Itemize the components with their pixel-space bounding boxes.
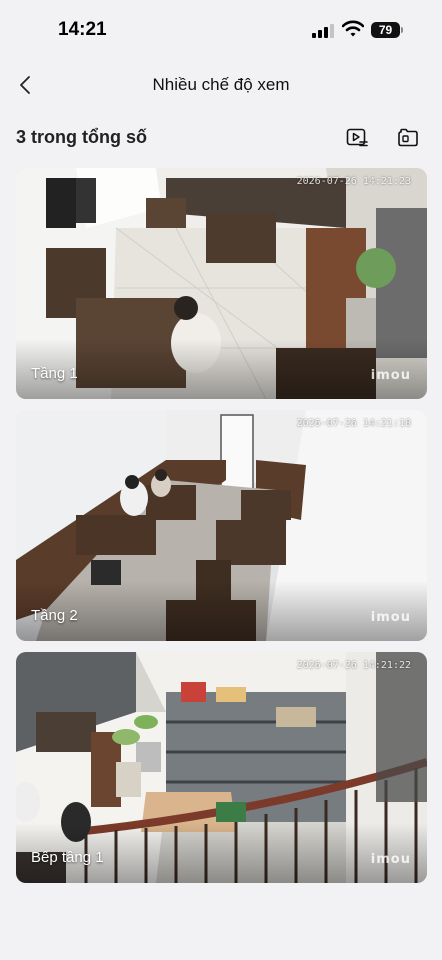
camera-count-label: 3 trong tổng số xyxy=(16,127,147,147)
wifi-icon xyxy=(342,20,364,37)
status-time: 14:21 xyxy=(58,19,107,40)
imou-logo: imou xyxy=(370,852,411,867)
camera-timestamp: 2026-07-26 14:21:22 xyxy=(296,660,411,671)
battery-tip xyxy=(401,27,403,33)
camera-name: Tầng 2 xyxy=(31,607,78,624)
video-playback-icon xyxy=(346,128,368,147)
split-view-button[interactable] xyxy=(394,124,422,152)
battery-indicator: 79 xyxy=(371,22,400,38)
imou-logo: imou xyxy=(370,368,411,383)
page-title: Nhiều chế độ xem xyxy=(152,75,290,94)
status-bar: 14:21 79 xyxy=(0,0,442,60)
camera-timestamp: 2026-07-26 14:21:18 xyxy=(296,418,411,429)
camera-tile-bep-tang-1[interactable]: 2026-07-26 14:21:22 Bếp tầng 1 imou xyxy=(16,652,427,883)
split-view-icon xyxy=(398,128,418,147)
playback-button[interactable] xyxy=(343,124,371,152)
camera-name: Tầng 1 xyxy=(31,365,78,382)
subheader: 3 trong tổng số xyxy=(0,118,442,158)
cellular-signal-icon xyxy=(312,24,336,38)
camera-name: Bếp tầng 1 xyxy=(31,849,104,866)
camera-tile-tang-2[interactable]: 2026-07-26 14:21:18 Tầng 2 imou xyxy=(16,410,427,641)
nav-bar: Nhiều chế độ xem xyxy=(0,62,442,108)
camera-tile-tang-1[interactable]: 2026-07-26 14:21:23 Tầng 1 imou xyxy=(16,168,427,399)
camera-timestamp: 2026-07-26 14:21:23 xyxy=(296,176,411,187)
imou-logo: imou xyxy=(370,610,411,625)
